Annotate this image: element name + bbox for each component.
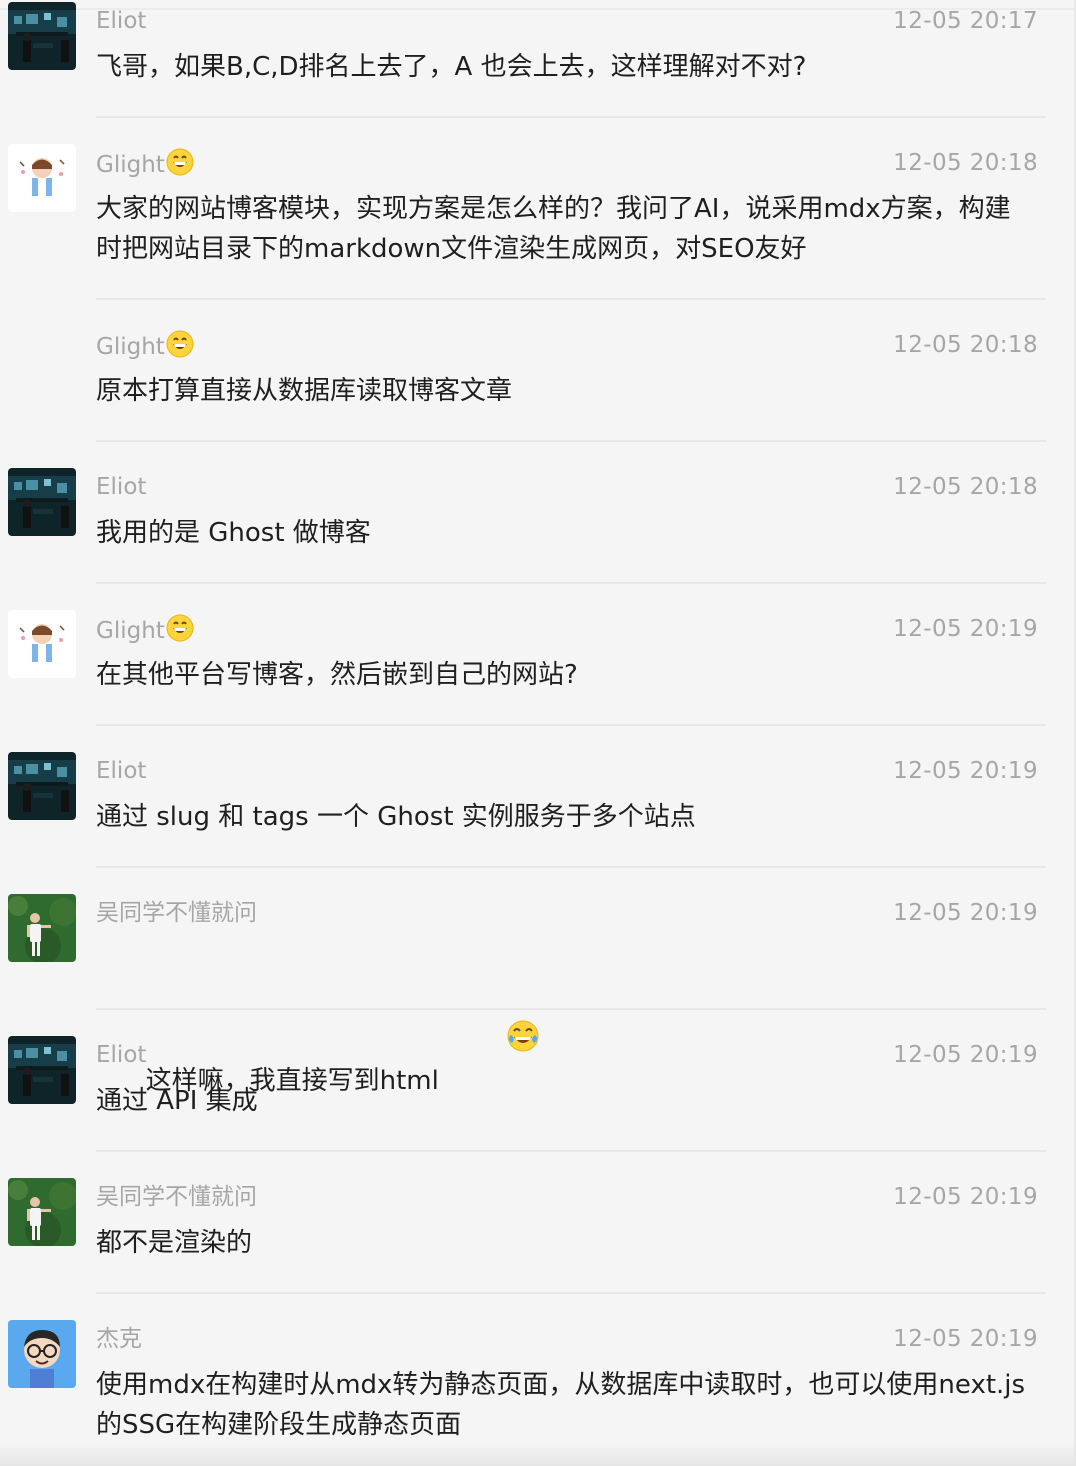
message-timestamp: 12-05 20:18: [893, 150, 1038, 176]
message-timestamp: 12-05 20:19: [893, 1184, 1038, 1210]
message-text: 通过 API 集成: [96, 1086, 258, 1116]
grinning-face-icon: [166, 330, 194, 366]
sender-name: Glight: [96, 152, 165, 178]
message-item[interactable]: Glight 12-05 20:18 原本打算直接从数据库读取博客文章: [0, 324, 1076, 444]
eliot-avatar-icon[interactable]: [8, 1036, 76, 1104]
message-divider: [96, 866, 1046, 868]
message-text: 通过 slug 和 tags 一个 Ghost 实例服务于多个站点: [96, 802, 696, 832]
eliot-avatar-icon[interactable]: [8, 2, 76, 70]
message-timestamp: 12-05 20:19: [893, 758, 1038, 784]
message-text: 都不是渲染的: [96, 1228, 253, 1258]
message-item[interactable]: Glight 12-05 20:18 大家的网站博客模块，实现方案是怎么样的？我…: [0, 142, 1076, 302]
chat-message-list[interactable]: Eliot 12-05 20:17 飞哥，如果B,C,D排名上去了，A 也会上去…: [0, 0, 1076, 1466]
message-timestamp: 12-05 20:18: [893, 474, 1038, 500]
grinning-face-emoji: [166, 614, 194, 642]
message-text: 使用mdx在构建时从mdx转为静态页面，从数据库中读取时，也可以使用next.j…: [96, 1370, 1026, 1440]
wu-avatar-icon[interactable]: [8, 1178, 76, 1246]
grinning-face-emoji: [166, 148, 194, 176]
message-timestamp: 12-05 20:19: [893, 1326, 1038, 1352]
glight-avatar-icon[interactable]: [8, 610, 76, 678]
sender-name-with-emoji: Glight: [96, 330, 194, 366]
wu-avatar-image: [8, 894, 76, 962]
message-item[interactable]: 吴同学不懂就问 12-05 20:19 都不是渲染的: [0, 1176, 1076, 1296]
bottom-fade: [0, 1442, 1076, 1466]
sender-name: 杰克: [96, 1326, 142, 1352]
message-divider: [96, 116, 1046, 118]
eliot-avatar-icon[interactable]: [8, 752, 76, 820]
sender-name: 吴同学不懂就问: [96, 1184, 257, 1210]
sender-name: Eliot: [96, 758, 147, 784]
grinning-face-icon: [166, 148, 194, 184]
sender-name: Eliot: [96, 1042, 147, 1068]
sender-name-with-emoji: Glight: [96, 148, 194, 184]
message-timestamp: 12-05 20:17: [893, 8, 1038, 34]
grinning-face-icon: [166, 614, 194, 650]
message-divider: [96, 440, 1046, 442]
eliot-avatar-icon[interactable]: [8, 468, 76, 536]
message-timestamp: 12-05 20:19: [893, 900, 1038, 926]
glight-avatar-icon[interactable]: [8, 144, 76, 212]
sender-name: Eliot: [96, 8, 147, 34]
message-divider: [96, 582, 1046, 584]
message-item[interactable]: Eliot 12-05 20:18 我用的是 Ghost 做博客: [0, 466, 1076, 586]
message-timestamp: 12-05 20:19: [893, 616, 1038, 642]
message-divider: [96, 724, 1046, 726]
message-divider: [96, 1292, 1046, 1294]
message-item[interactable]: Eliot 12-05 20:17 飞哥，如果B,C,D排名上去了，A 也会上去…: [0, 0, 1076, 120]
sender-name: 吴同学不懂就问: [96, 900, 257, 926]
glight-avatar-image: [8, 144, 76, 212]
message-item[interactable]: Glight 12-05 20:19 在其他平台写博客，然后嵌到自己的网站?: [0, 608, 1076, 728]
jack-avatar-image: [8, 1320, 76, 1388]
sender-name: Eliot: [96, 474, 147, 500]
message-text: 原本打算直接从数据库读取博客文章: [96, 376, 513, 406]
wu-avatar-image: [8, 1178, 76, 1246]
message-text: 在其他平台写博客，然后嵌到自己的网站?: [96, 660, 578, 690]
message-text: 大家的网站博客模块，实现方案是怎么样的？我问了AI，说采用mdx方案，构建时把网…: [96, 194, 1011, 264]
message-text: 飞哥，如果B,C,D排名上去了，A 也会上去，这样理解对不对?: [96, 52, 807, 82]
eliot-avatar-image: [8, 752, 76, 820]
message-text: 我用的是 Ghost 做博客: [96, 518, 371, 548]
message-item[interactable]: Eliot 12-05 20:19 通过 API 集成: [0, 1034, 1076, 1154]
jack-avatar-icon[interactable]: [8, 1320, 76, 1388]
sender-name: Glight: [96, 334, 165, 360]
eliot-avatar-image: [8, 2, 76, 70]
sender-name: Glight: [96, 618, 165, 644]
message-timestamp: 12-05 20:19: [893, 1042, 1038, 1068]
grinning-face-emoji: [166, 330, 194, 358]
message-divider: [96, 298, 1046, 300]
glight-avatar-image: [8, 610, 76, 678]
message-timestamp: 12-05 20:18: [893, 332, 1038, 358]
message-divider: [96, 1008, 1046, 1010]
message-item[interactable]: Eliot 12-05 20:19 通过 slug 和 tags 一个 Ghos…: [0, 750, 1076, 870]
message-divider: [96, 1150, 1046, 1152]
sender-name-with-emoji: Glight: [96, 614, 194, 650]
eliot-avatar-image: [8, 468, 76, 536]
eliot-avatar-image: [8, 1036, 76, 1104]
message-item[interactable]: 吴同学不懂就问 12-05 20:19 这样嘛，我直接写到html: [0, 892, 1076, 1096]
wu-avatar-icon[interactable]: [8, 894, 76, 962]
